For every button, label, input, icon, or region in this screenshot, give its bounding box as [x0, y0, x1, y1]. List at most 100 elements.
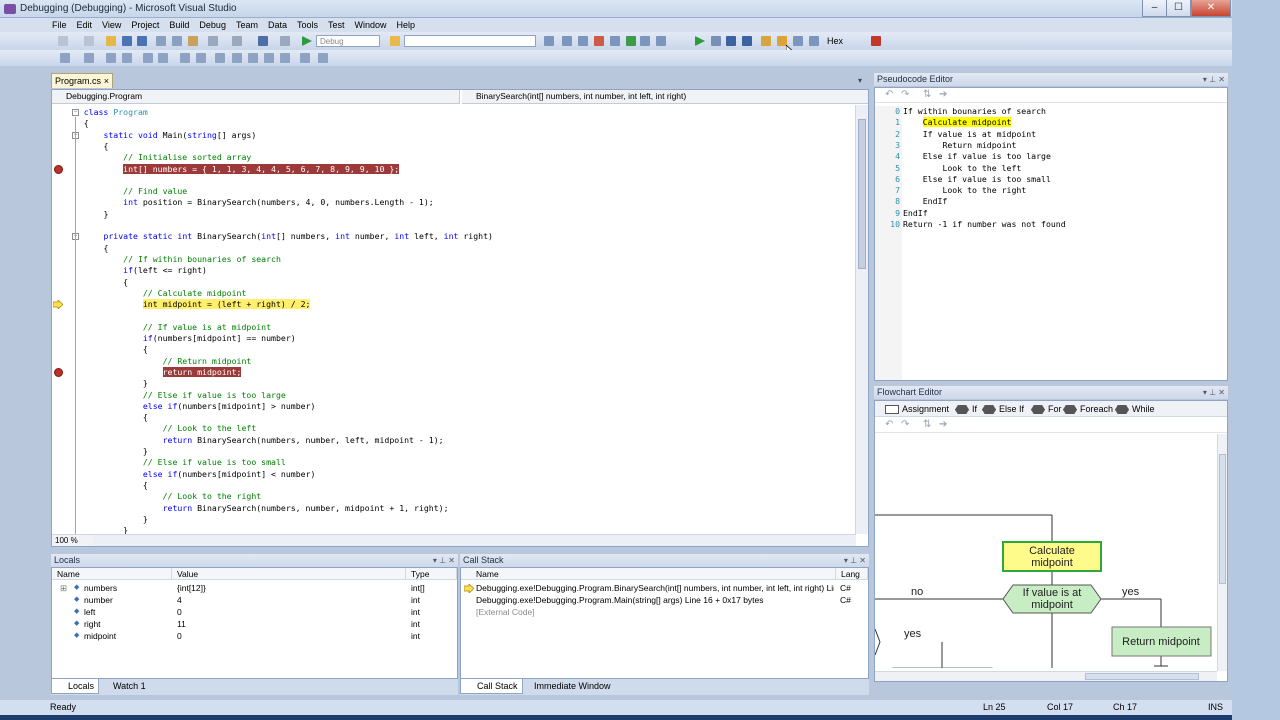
code-line[interactable]: if(left <= right): [64, 265, 207, 276]
menu-help[interactable]: Help: [392, 18, 421, 32]
code-line[interactable]: else if(numbers[midpoint] < number): [64, 469, 316, 480]
continue-icon[interactable]: [695, 36, 705, 46]
code-line[interactable]: {: [64, 141, 108, 152]
move-right-icon[interactable]: ➔: [939, 89, 947, 100]
increase-indent-icon[interactable]: [158, 53, 168, 63]
pseudocode-line[interactable]: EndIf: [903, 196, 948, 207]
display-quick-info-icon[interactable]: [106, 53, 116, 63]
toolbar-options-icon[interactable]: [318, 53, 328, 63]
object-browser-icon[interactable]: [578, 36, 588, 46]
redo-icon[interactable]: ↷: [901, 89, 909, 100]
new-project-icon[interactable]: [58, 36, 68, 46]
close-button[interactable]: ✕: [1191, 0, 1231, 17]
locals-row[interactable]: ⊞ ◆ numbers {int[12]} int[]: [52, 582, 457, 594]
next-bookmark-in-folder-icon[interactable]: [264, 53, 274, 63]
code-line[interactable]: if(numbers[midpoint] == number): [64, 333, 296, 344]
output-window-icon[interactable]: [656, 36, 666, 46]
palette-assignment[interactable]: Assignment: [885, 403, 949, 415]
pseudocode-editor[interactable]: ↶ ↷ ⇅ ➔ 0 If within bounaries of search 1 …: [874, 87, 1228, 381]
scrollbar-thumb[interactable]: [1085, 673, 1199, 680]
show-next-statement-icon[interactable]: [761, 36, 771, 46]
code-line[interactable]: {: [64, 480, 148, 491]
pseudocode-line[interactable]: Return midpoint: [903, 140, 1016, 151]
pseudocode-line[interactable]: If value is at midpoint: [903, 129, 1036, 140]
code-line[interactable]: }: [64, 378, 148, 389]
code-line[interactable]: else if(numbers[midpoint] > number): [64, 401, 316, 412]
scrollbar-thumb[interactable]: [858, 119, 866, 269]
menu-debug[interactable]: Debug: [194, 18, 231, 32]
locals-row[interactable]: ◆ right 11 int: [52, 618, 457, 630]
properties-icon[interactable]: [562, 36, 572, 46]
pseudocode-lines[interactable]: 0 If within bounaries of search 1 Calculat…: [875, 106, 1227, 380]
locals-panel-buttons[interactable]: ▾ ⊥ ✕: [433, 554, 455, 567]
flowchart-canvas[interactable]: Calculate midpoint If value is at midpoi…: [875, 434, 1217, 668]
display-parameter-info-icon[interactable]: [84, 53, 94, 63]
tab-call-stack[interactable]: Call Stack: [460, 679, 523, 694]
next-bookmark-icon[interactable]: [248, 53, 258, 63]
comment-out-icon[interactable]: [180, 53, 190, 63]
step-out-icon[interactable]: [809, 36, 819, 46]
locals-column-type[interactable]: Type: [406, 568, 457, 580]
editor-vertical-scrollbar[interactable]: [855, 105, 868, 534]
extension-manager-icon[interactable]: [626, 36, 636, 46]
code-line[interactable]: return midpoint;: [64, 366, 242, 378]
stop-debugging-icon[interactable]: [726, 36, 736, 46]
flowchart-horizontal-scrollbar[interactable]: [875, 671, 1217, 681]
code-line[interactable]: // Find value: [64, 186, 187, 197]
code-line[interactable]: return BinarySearch(numbers, number, mid…: [64, 503, 449, 514]
code-line[interactable]: {: [64, 243, 108, 254]
find-in-files-icon[interactable]: [390, 36, 400, 46]
pseudocode-line[interactable]: Return -1 if number was not found: [903, 219, 1066, 230]
code-line[interactable]: // Return midpoint: [64, 356, 252, 367]
command-window-icon[interactable]: [640, 36, 650, 46]
display-object-member-list-icon[interactable]: [60, 53, 70, 63]
palette-else-if[interactable]: Else If: [982, 403, 1024, 415]
hexadecimal-display-button[interactable]: Hex: [827, 36, 843, 46]
copy-icon[interactable]: [172, 36, 182, 46]
close-tab-icon[interactable]: ×: [104, 74, 109, 88]
flowchart-panel-buttons[interactable]: ▾ ⊥ ✕: [1203, 386, 1225, 399]
menu-tools[interactable]: Tools: [292, 18, 323, 32]
code-line[interactable]: // Else if value is too small: [64, 457, 286, 468]
editor-horizontal-scrollbar[interactable]: [94, 534, 856, 546]
pseudocode-line[interactable]: EndIf: [903, 208, 928, 219]
palette-while[interactable]: While: [1115, 403, 1155, 415]
redo-icon[interactable]: ↷: [901, 419, 909, 430]
flowchart-editor[interactable]: Assignment If Else If For Foreach While …: [874, 400, 1228, 682]
next-bookmark-in-document-icon[interactable]: [280, 53, 290, 63]
code-line[interactable]: private static int BinarySearch(int[] nu…: [64, 231, 493, 242]
code-line[interactable]: // Look to the right: [64, 491, 262, 502]
code-line[interactable]: // Look to the left: [64, 423, 257, 434]
decrease-indent-icon[interactable]: [143, 53, 153, 63]
callstack-column-name[interactable]: Name: [461, 568, 836, 580]
code-line[interactable]: }: [64, 446, 148, 457]
code-line[interactable]: {: [64, 277, 128, 288]
pseudocode-panel-buttons[interactable]: ▾ ⊥ ✕: [1203, 73, 1225, 86]
code-line[interactable]: // Initialise sorted array: [64, 152, 251, 163]
cut-icon[interactable]: [156, 36, 166, 46]
tab-locals[interactable]: Locals: [51, 679, 100, 694]
solution-configuration-combo[interactable]: Debug: [316, 35, 380, 47]
collapse-toggle-icon[interactable]: −: [72, 109, 79, 116]
menu-test[interactable]: Test: [323, 18, 350, 32]
code-line[interactable]: {: [64, 412, 148, 423]
code-line[interactable]: }: [64, 525, 128, 534]
members-dropdown[interactable]: BinarySearch(int[] numbers, int number, …: [462, 90, 868, 104]
breakpoints-window-icon[interactable]: [871, 36, 881, 46]
undo-icon[interactable]: [208, 36, 218, 46]
callstack-column-lang[interactable]: Lang: [836, 568, 868, 580]
types-dropdown[interactable]: Debugging.Program: [52, 90, 460, 104]
callstack-grid[interactable]: Name Lang Debugging.exe!Debugging.Progra…: [460, 567, 869, 679]
zoom-combo[interactable]: 100 %: [52, 534, 94, 546]
tab-immediate-window[interactable]: Immediate Window: [518, 679, 615, 694]
breakpoint-icon[interactable]: [54, 164, 63, 174]
find-combo[interactable]: [404, 35, 536, 47]
code-line[interactable]: }: [64, 514, 148, 525]
code-line[interactable]: // Else if value is too large: [64, 390, 286, 401]
tab-program-cs[interactable]: Program.cs ×: [51, 73, 113, 88]
undo-icon[interactable]: ↶: [885, 89, 893, 100]
code-line[interactable]: }: [64, 209, 108, 220]
scrollbar-thumb[interactable]: [1219, 454, 1226, 584]
move-up-icon[interactable]: ⇅: [923, 419, 931, 430]
pseudocode-line[interactable]: Else if value is too large: [903, 151, 1051, 162]
